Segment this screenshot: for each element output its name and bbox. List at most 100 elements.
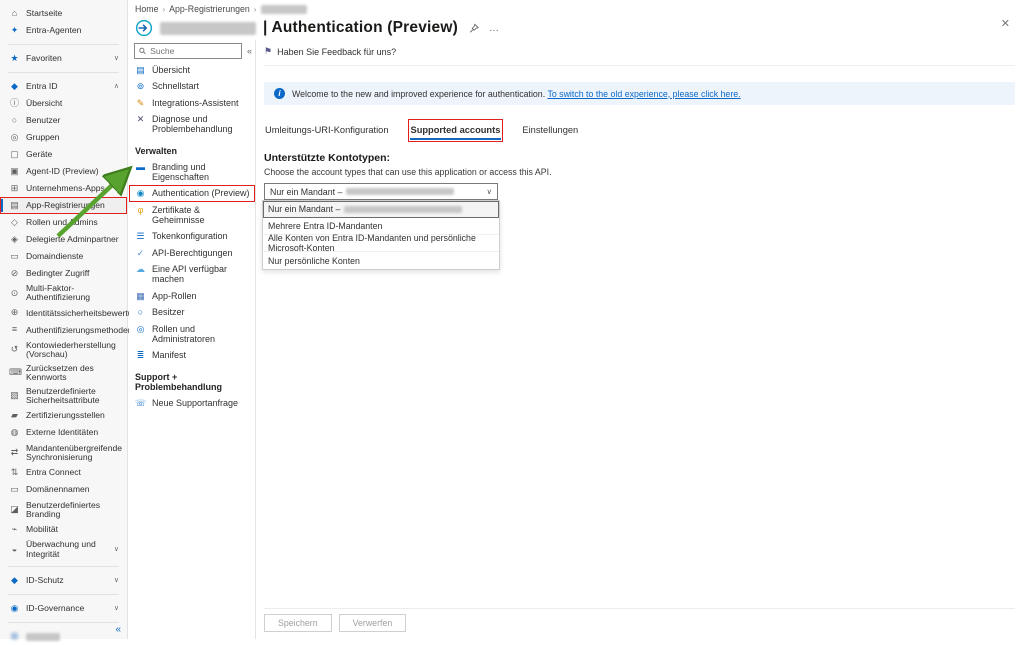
panel-item-branding-und-eigenschaften[interactable]: ▬Branding und Eigenschaften: [129, 159, 255, 186]
panel-item-besitzer[interactable]: ○Besitzer: [129, 304, 255, 320]
panel-item-tokenkonfiguration[interactable]: ☰Tokenkonfiguration: [129, 228, 255, 244]
sidebar-item-zurücksetzen-des-kennworts[interactable]: ⌨Zurücksetzen des Kennworts: [0, 362, 127, 385]
sidebar-item-label: Entra Connect: [26, 468, 123, 477]
sidebar-item-multi-faktor-authentifizierung[interactable]: ⊙Multi-Faktor-Authentifizierung: [0, 282, 127, 305]
panel-item-eine-api-verfügbar-machen[interactable]: ☁Eine API verfügbar machen: [129, 261, 255, 288]
sidebar-item-favoriten[interactable]: ★Favoriten∨: [0, 50, 127, 67]
account-type-dropdown: Nur ein Mandant –Mehrere Entra ID-Mandan…: [262, 200, 500, 270]
panel-item-diagnose-und-problembehandlung[interactable]: ✕Diagnose und Problembehandlung: [129, 111, 255, 138]
option-nur-persönliche-konten[interactable]: Nur persönliche Konten: [263, 252, 499, 269]
tab-bar: Umleitungs-URI-Konfiguration Supported ac…: [264, 121, 1015, 140]
panel-collapse-icon[interactable]: «: [247, 46, 252, 56]
auth-methods-icon: ≡: [9, 325, 20, 335]
star-icon: ★: [9, 54, 20, 64]
close-icon[interactable]: ✕: [1001, 17, 1010, 30]
sidebar-item-gruppen[interactable]: ◎Gruppen: [0, 129, 127, 146]
password-reset-icon: ⌨: [9, 368, 20, 378]
sidebar-item-id-governance[interactable]: ◉ ID-Governance ∨: [0, 600, 127, 617]
sidebar-item-authentifizierungsmethoden[interactable]: ≡Authentifizierungsmethoden: [0, 322, 127, 339]
sidebar-item-bedingter-zugriff[interactable]: ⊘Bedingter Zugriff: [0, 265, 127, 282]
sidebar-item-übersicht[interactable]: ⓘÜbersicht: [0, 95, 127, 112]
save-button[interactable]: Speichern: [264, 614, 332, 632]
more-actions-icon[interactable]: …: [489, 23, 499, 34]
panel-item-label: App-Rollen: [152, 291, 197, 301]
sidebar-item-redacted[interactable]: ⊞: [0, 628, 127, 645]
option-alle-konten-von-entra-id-mandanten-und-persönliche-microsoft-konten[interactable]: Alle Konten von Entra ID-Mandanten und p…: [263, 235, 499, 252]
monitoring-health-icon: ◒: [9, 545, 20, 555]
app-nav-list: ▤Übersicht⊚Schnellstart✎Integrations-Ass…: [129, 62, 255, 411]
pin-icon[interactable]: [469, 23, 479, 34]
redacted-app-name: [160, 22, 256, 35]
search-box[interactable]: [134, 43, 242, 59]
breadcrumb-app-registrations[interactable]: App-Registrierungen: [169, 4, 250, 14]
sidebar-item-unternehmens-apps[interactable]: ⊞Unternehmens-Apps: [0, 180, 127, 197]
sidebar-item-label: Rollen und Admins: [26, 218, 123, 227]
tab-umleitungs-uri-konfiguration[interactable]: Umleitungs-URI-Konfiguration: [264, 121, 390, 140]
discard-button[interactable]: Verwerfen: [339, 614, 407, 632]
sidebar-item-delegierte-adminpartner[interactable]: ◈Delegierte Adminpartner: [0, 231, 127, 248]
panel-item-label: Integrations-Assistent: [152, 98, 239, 108]
panel-item-integrations-assistent[interactable]: ✎Integrations-Assistent: [129, 95, 255, 111]
select-value-redacted: [346, 188, 454, 195]
feedback-link[interactable]: ⚑ Haben Sie Feedback für uns?: [264, 40, 1015, 57]
sidebar-item-zertifizierungsstellen[interactable]: ▰Zertifizierungsstellen: [0, 408, 127, 425]
sidebar-item-label: ID-Governance: [26, 604, 108, 613]
sidebar-item-kontowiederherstellung-vorschau-[interactable]: ↺Kontowiederherstellung (Vorschau): [0, 339, 127, 362]
sidebar-item-label: Geräte: [26, 150, 123, 159]
sidebar-item-benutzerdefinierte-sicherheitsattribute[interactable]: ▧Benutzerdefinierte Sicherheitsattribute: [0, 385, 127, 408]
sidebar-item-mandantenübergreifende-synchronisierung[interactable]: ⇄Mandantenübergreifende Synchronisierung: [0, 442, 127, 465]
search-icon: [139, 47, 146, 55]
sidebar-item-id-schutz[interactable]: ◆ID-Schutz∨: [0, 572, 127, 589]
id-governance-icon: ◉: [9, 604, 20, 614]
banner-switch-link[interactable]: To switch to the old experience, please …: [547, 89, 740, 99]
redacted-tenant-name: [344, 206, 462, 213]
sidebar-item-agent-id-preview-[interactable]: ▣Agent-ID (Preview): [0, 163, 127, 180]
panel-item-zertifikate-geheimnisse[interactable]: φZertifikate & Geheimnisse: [129, 202, 255, 229]
option-nur-ein-mandant-[interactable]: Nur ein Mandant –: [263, 201, 499, 218]
sidebar-item-externe-identitäten[interactable]: ◍Externe Identitäten: [0, 425, 127, 442]
search-input[interactable]: [150, 46, 237, 56]
sidebar-item-label: Authentifizierungsmethoden: [26, 326, 133, 335]
breadcrumb-home[interactable]: Home: [135, 4, 158, 14]
sidebar-item-mobilität[interactable]: ⌁Mobilität: [0, 521, 127, 538]
panel-item-app-rollen[interactable]: ▦App-Rollen: [129, 288, 255, 304]
panel-item-label: Rollen und Administratoren: [152, 324, 252, 345]
sidebar-collapse-icon[interactable]: «: [115, 624, 121, 635]
domain-names-icon: ▭: [9, 485, 20, 495]
account-type-select[interactable]: Nur ein Mandant – ∨: [264, 183, 498, 200]
tab-einstellungen[interactable]: Einstellungen: [521, 121, 579, 140]
manifest-icon: ≣: [135, 350, 146, 360]
panel-item-authentication-preview-[interactable]: ◉Authentication (Preview): [129, 185, 255, 201]
sidebar-item-überwachung-und-integrität[interactable]: ◒Überwachung und Integrität∨: [0, 538, 127, 561]
sidebar-item-benutzer[interactable]: ○Benutzer: [0, 112, 127, 129]
panel-item-rollen-und-administratoren[interactable]: ◎Rollen und Administratoren: [129, 321, 255, 348]
panel-item-übersicht[interactable]: ▤Übersicht: [129, 62, 255, 78]
sidebar-item-domänennamen[interactable]: ▭Domänennamen: [0, 482, 127, 499]
chevron-down-icon: ∨: [114, 605, 123, 613]
sidebar-item-entra-id[interactable]: ◆Entra ID∧: [0, 78, 127, 95]
custom-attributes-icon: ▧: [9, 391, 20, 401]
sidebar-item-geräte[interactable]: ▢Geräte: [0, 146, 127, 163]
mobility-icon: ⌁: [9, 525, 20, 535]
sidebar-item-identitätssicherheitsbewertung[interactable]: ⊕Identitätssicherheitsbewertung: [0, 305, 127, 322]
sidebar-item-label: Agent-ID (Preview): [26, 167, 123, 176]
sidebar-item-startseite[interactable]: ⌂Startseite: [0, 5, 127, 22]
sidebar-item-app-registrierungen[interactable]: ▤App-Registrierungen: [0, 197, 127, 214]
breadcrumb-separator: ›: [254, 5, 257, 14]
chevron-up-icon: ∧: [114, 83, 123, 91]
sidebar-item-entra-connect[interactable]: ⇅ Entra Connect: [0, 465, 127, 482]
panel-item-label: Eine API verfügbar machen: [152, 264, 252, 285]
tab-supported-accounts[interactable]: Supported accounts: [410, 121, 502, 140]
domain-services-icon: ▭: [9, 252, 20, 262]
sidebar-item-rollen-und-admins[interactable]: ◇Rollen und Admins: [0, 214, 127, 231]
sidebar-item-benutzerdefiniertes-branding[interactable]: ◪Benutzerdefiniertes Branding: [0, 499, 127, 522]
sidebar-item-entra-agenten[interactable]: ✦Entra-Agenten: [0, 22, 127, 39]
info-circle-icon: ⓘ: [9, 99, 20, 109]
panel-item-schnellstart[interactable]: ⊚Schnellstart: [129, 78, 255, 94]
sidebar-item-domaindienste[interactable]: ▭Domaindienste: [0, 248, 127, 265]
owners-icon: ○: [135, 307, 146, 317]
panel-item-api-berechtigungen[interactable]: ✓API-Berechtigungen: [129, 245, 255, 261]
panel-item-manifest[interactable]: ≣Manifest: [129, 347, 255, 363]
entra-connect-icon: ⇅: [9, 468, 20, 478]
panel-item-neue-supportanfrage[interactable]: ☏Neue Supportanfrage: [129, 395, 255, 411]
